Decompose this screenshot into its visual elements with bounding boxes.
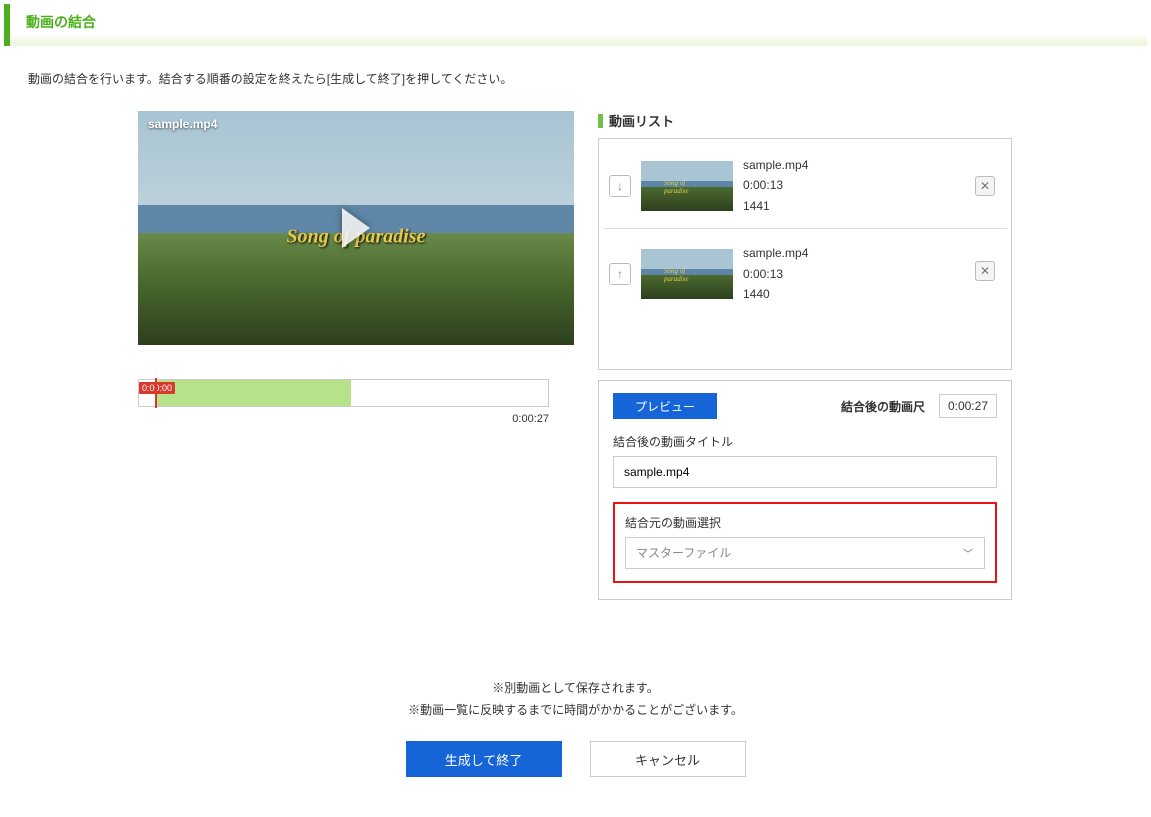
timeline-total: 0:00:27 [138, 413, 549, 425]
page-title: 動画の結合 [26, 14, 96, 30]
thumb-overlay-text: Song of paradise [664, 179, 710, 195]
footnote-line: ※動画一覧に反映するまでに時間がかかることがございます。 [28, 700, 1123, 722]
title-input[interactable] [613, 456, 997, 488]
arrow-down-icon: ↓ [617, 179, 623, 193]
source-select[interactable]: マスターファイル [625, 537, 985, 569]
cancel-button[interactable]: キャンセル [590, 741, 746, 777]
page-header: 動画の結合 [4, 4, 1147, 46]
item-duration: 0:00:13 [743, 175, 808, 195]
reorder-down-button[interactable]: ↓ [609, 175, 631, 197]
merged-length-value: 0:00:27 [939, 394, 997, 418]
thumb-overlay-text: Song of paradise [664, 267, 710, 283]
item-code: 1440 [743, 284, 808, 304]
item-name: sample.mp4 [743, 243, 808, 263]
arrow-up-icon: ↑ [617, 267, 623, 281]
close-icon: ✕ [980, 180, 990, 192]
title-field-label: 結合後の動画タイトル [613, 433, 997, 450]
timeline-track[interactable]: 0:00:00 [138, 379, 549, 407]
settings-box: プレビュー 結合後の動画尺 0:00:27 結合後の動画タイトル 結合元の動画選… [598, 380, 1012, 600]
main-panel: 動画の結合を行います。結合する順番の設定を終えたら[生成して終了]を押してくださ… [8, 46, 1143, 817]
section-mark-icon [598, 114, 603, 128]
item-name: sample.mp4 [743, 155, 808, 175]
reorder-up-button[interactable]: ↑ [609, 263, 631, 285]
list-item: ↓ Song of paradise sample.mp4 0:00:13 14… [603, 147, 1007, 224]
item-duration: 0:00:13 [743, 264, 808, 284]
instruction-text: 動画の結合を行います。結合する順番の設定を終えたら[生成して終了]を押してくださ… [28, 70, 1123, 87]
generate-and-close-button[interactable]: 生成して終了 [406, 741, 562, 777]
video-preview[interactable]: sample.mp4 Song of paradise [138, 111, 574, 345]
video-thumbnail[interactable]: Song of paradise [641, 249, 733, 299]
video-list: ↓ Song of paradise sample.mp4 0:00:13 14… [598, 138, 1012, 370]
close-icon: ✕ [980, 265, 990, 277]
footnote-line: ※別動画として保存されます。 [28, 678, 1123, 700]
preview-button[interactable]: プレビュー [613, 393, 717, 419]
remove-button[interactable]: ✕ [975, 176, 995, 196]
footnotes: ※別動画として保存されます。 ※動画一覧に反映するまでに時間がかかることがござい… [28, 678, 1123, 721]
timeline-fill [155, 380, 351, 406]
source-select-highlight: 結合元の動画選択 マスターファイル ﹀ [613, 502, 997, 583]
remove-button[interactable]: ✕ [975, 261, 995, 281]
timeline-position-tag[interactable]: 0:00:00 [139, 382, 175, 394]
source-select-label: 結合元の動画選択 [625, 514, 985, 531]
list-item: ↑ Song of paradise sample.mp4 0:00:13 14… [603, 228, 1007, 312]
play-icon[interactable] [342, 208, 370, 248]
merged-length-label: 結合後の動画尺 [841, 398, 925, 415]
video-thumbnail[interactable]: Song of paradise [641, 161, 733, 211]
list-section-title: 動画リスト [609, 111, 674, 130]
item-code: 1441 [743, 196, 808, 216]
preview-filename: sample.mp4 [148, 117, 217, 131]
timeline-cursor[interactable] [155, 378, 157, 408]
